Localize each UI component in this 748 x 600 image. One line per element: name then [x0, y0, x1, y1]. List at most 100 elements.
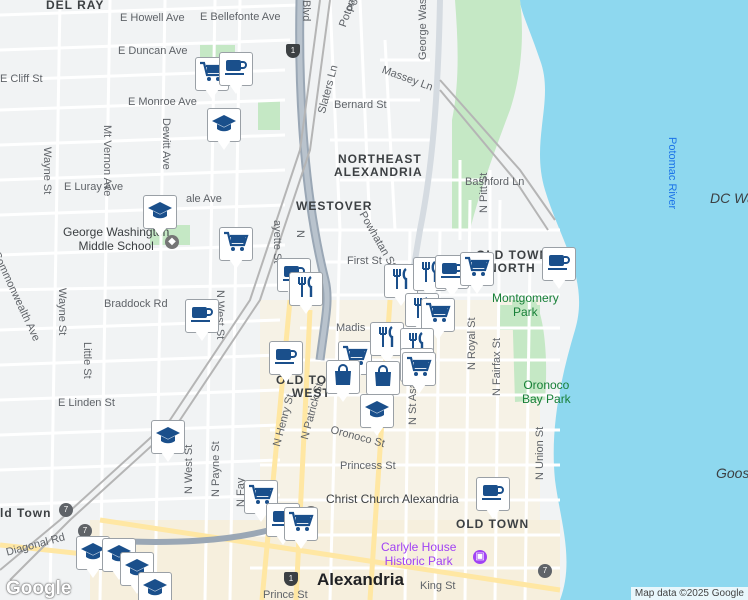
- marker-pointer: [412, 384, 426, 394]
- neighborhood-label: ALEXANDRIA: [334, 165, 423, 179]
- map-marker-school[interactable]: [151, 420, 185, 464]
- fork-knife-icon: [389, 267, 413, 296]
- museum-icon: ▣: [473, 550, 487, 564]
- street-label: Mt Vernon Ave: [101, 125, 113, 197]
- street-label: E Bellefonte Ave: [200, 11, 281, 23]
- street-label: N Payne St: [210, 441, 222, 497]
- street-label: N Fairfax St: [491, 337, 503, 396]
- water-label: Potomac River: [666, 137, 678, 210]
- shopping-bag-icon: [371, 364, 395, 393]
- marker-pointer: [486, 509, 500, 519]
- marker-pointer: [445, 287, 459, 297]
- marker-pointer: [336, 392, 350, 402]
- street-label: Madis: [336, 322, 366, 334]
- coffee-cup-icon: [190, 303, 214, 330]
- marker-pointer: [229, 84, 243, 94]
- map-marker-school[interactable]: [360, 394, 394, 438]
- street-label: ale Ave: [186, 193, 222, 205]
- school-cap-icon: [211, 112, 237, 139]
- route-shield: 7: [59, 503, 73, 517]
- route-shield: 1: [284, 572, 298, 586]
- marker-pointer: [86, 568, 100, 578]
- route-shield: 1: [286, 44, 300, 58]
- map-marker-school[interactable]: [207, 108, 241, 152]
- map-marker-coffee[interactable]: [185, 299, 219, 343]
- coffee-cup-icon: [224, 56, 248, 83]
- park-label: Montgomery Park: [492, 291, 559, 319]
- map-marker-shopping[interactable]: [219, 227, 253, 271]
- street-label: E Monroe Ave: [128, 96, 197, 108]
- neighborhood-label: WESTOVER: [296, 199, 373, 213]
- street-label: Princess St: [340, 460, 396, 472]
- marker-pointer: [229, 259, 243, 269]
- map-marker-school[interactable]: [143, 195, 177, 239]
- street-label: N: [294, 230, 306, 238]
- neighborhood-label: NORTHEAST: [338, 152, 422, 166]
- neighborhood-label: WEST: [292, 386, 331, 400]
- school-cap-icon: [364, 398, 390, 425]
- street-label: N Royal St: [466, 317, 478, 370]
- map-canvas[interactable]: E Howell Ave E Bellefonte Ave E Duncan Ave…: [0, 0, 748, 600]
- neighborhood-label: DEL RAY: [46, 0, 105, 12]
- map-marker-coffee[interactable]: [219, 52, 253, 96]
- marker-pointer: [195, 331, 209, 341]
- street-label: Wayne St: [56, 288, 68, 336]
- map-marker-coffee[interactable]: [269, 341, 303, 385]
- map-marker-school[interactable]: [138, 572, 172, 600]
- map-marker-restaurant[interactable]: [289, 272, 323, 316]
- water-label: DC Wa: [710, 190, 748, 206]
- street-label: E Cliff St: [0, 73, 43, 85]
- shopping-cart-icon: [406, 356, 432, 383]
- shopping-bag-icon: [331, 363, 355, 392]
- street-label: Wayne St: [41, 147, 53, 195]
- route-shield: 7: [538, 564, 552, 578]
- google-logo: Google: [6, 578, 72, 599]
- street-label: Prince St: [263, 589, 308, 600]
- map-attribution[interactable]: Map data ©2025 Google: [630, 587, 748, 600]
- street-label: Bashford Ln: [465, 176, 525, 188]
- street-label: E Duncan Ave: [118, 45, 188, 57]
- marker-pointer: [470, 284, 484, 294]
- school-cap-icon: [155, 424, 181, 451]
- poi-label-church: Christ Church Alexandria✝: [304, 492, 459, 520]
- marker-pointer: [217, 140, 231, 150]
- coffee-cup-icon: [274, 345, 298, 372]
- water-label: Goos: [716, 465, 748, 481]
- coffee-cup-icon: [481, 481, 505, 508]
- marker-pointer: [279, 373, 293, 383]
- street-label: N West St: [183, 444, 195, 494]
- map-marker-shopping[interactable]: [402, 352, 436, 396]
- marker-pointer: [370, 426, 384, 436]
- map-marker-coffee[interactable]: [542, 247, 576, 291]
- school-cap-icon: [147, 199, 173, 226]
- street-label: Little St: [81, 342, 93, 379]
- street-label: Dewitt Ave: [160, 118, 172, 170]
- poi-label-history: Carlyle House Historic Park ▣: [381, 540, 487, 568]
- street-label: Blvd: [300, 0, 312, 22]
- street-label: N Union St: [534, 426, 546, 480]
- map-marker-coffee[interactable]: [476, 477, 510, 521]
- map-marker-shopping[interactable]: [460, 252, 494, 296]
- street-label: N Pitt St: [478, 172, 490, 213]
- street-label: George Washington: [417, 0, 429, 60]
- school-cap-icon: [142, 576, 168, 600]
- shopping-cart-icon: [288, 511, 314, 538]
- fork-knife-icon: [294, 275, 318, 304]
- street-label: E Howell Ave: [120, 12, 185, 24]
- marker-pointer: [299, 304, 313, 314]
- street-label: Braddock Rd: [104, 298, 168, 310]
- street-label: ayette St: [271, 220, 283, 264]
- marker-pointer: [153, 227, 167, 237]
- marker-pointer: [552, 279, 566, 289]
- street-label: Bernard St: [334, 99, 387, 111]
- fork-knife-icon: [375, 325, 399, 354]
- marker-pointer: [294, 539, 308, 549]
- neighborhood-label: NORTH: [488, 261, 536, 275]
- shopping-cart-icon: [223, 231, 249, 258]
- street-label: E Linden St: [58, 397, 115, 409]
- map-marker-bag[interactable]: [326, 360, 360, 404]
- park-label: Oronoco Bay Park: [522, 378, 571, 406]
- map-marker-shopping[interactable]: [284, 507, 318, 551]
- street-label: King St: [420, 580, 456, 592]
- map-marker-restaurant[interactable]: [370, 322, 404, 366]
